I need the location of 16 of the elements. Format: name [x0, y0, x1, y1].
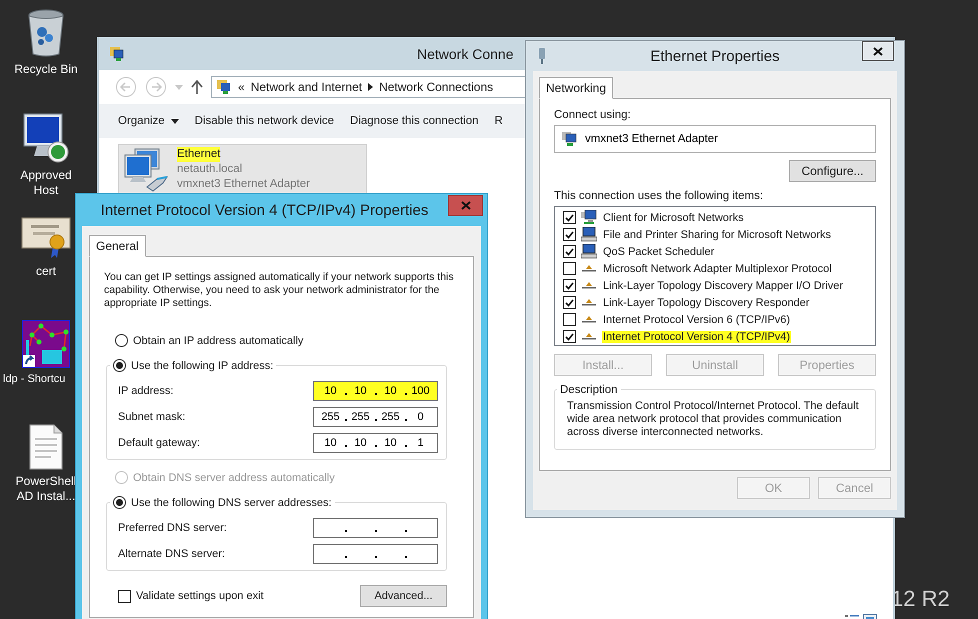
section-label: This connection uses the following items: — [554, 190, 764, 202]
connection-adapter: vmxnet3 Ethernet Adapter — [177, 177, 310, 192]
intro-text: You can get IP settings assigned automatically if your network supports this capability. Otherwise, you need to ask your network administrator for the appropriate IP settings. — [104, 271, 455, 310]
dialog-title: Internet Protocol Version 4 (TCP/IPv4) Properties — [100, 202, 430, 218]
field-label: Default gateway: — [118, 437, 200, 449]
field-label: IP address: — [118, 385, 174, 397]
group-title: Description — [560, 384, 618, 396]
dialog-title: Ethernet Properties — [650, 48, 780, 64]
field-label: Alternate DNS server: — [118, 548, 225, 560]
field-label: Subnet mask: — [118, 411, 186, 423]
window-title: Network Conne — [417, 46, 514, 62]
adapter-field: vmxnet3 Ethernet Adapter — [554, 125, 876, 153]
description-text: Transmission Control Protocol/Internet Protocol. The default wide area network protocol that provides communication across diverse interconnected networks. — [566, 399, 860, 440]
section-label: Connect using: — [554, 109, 632, 121]
connection-domain: netauth.local — [177, 162, 244, 177]
field-label: Preferred DNS server: — [118, 522, 227, 534]
